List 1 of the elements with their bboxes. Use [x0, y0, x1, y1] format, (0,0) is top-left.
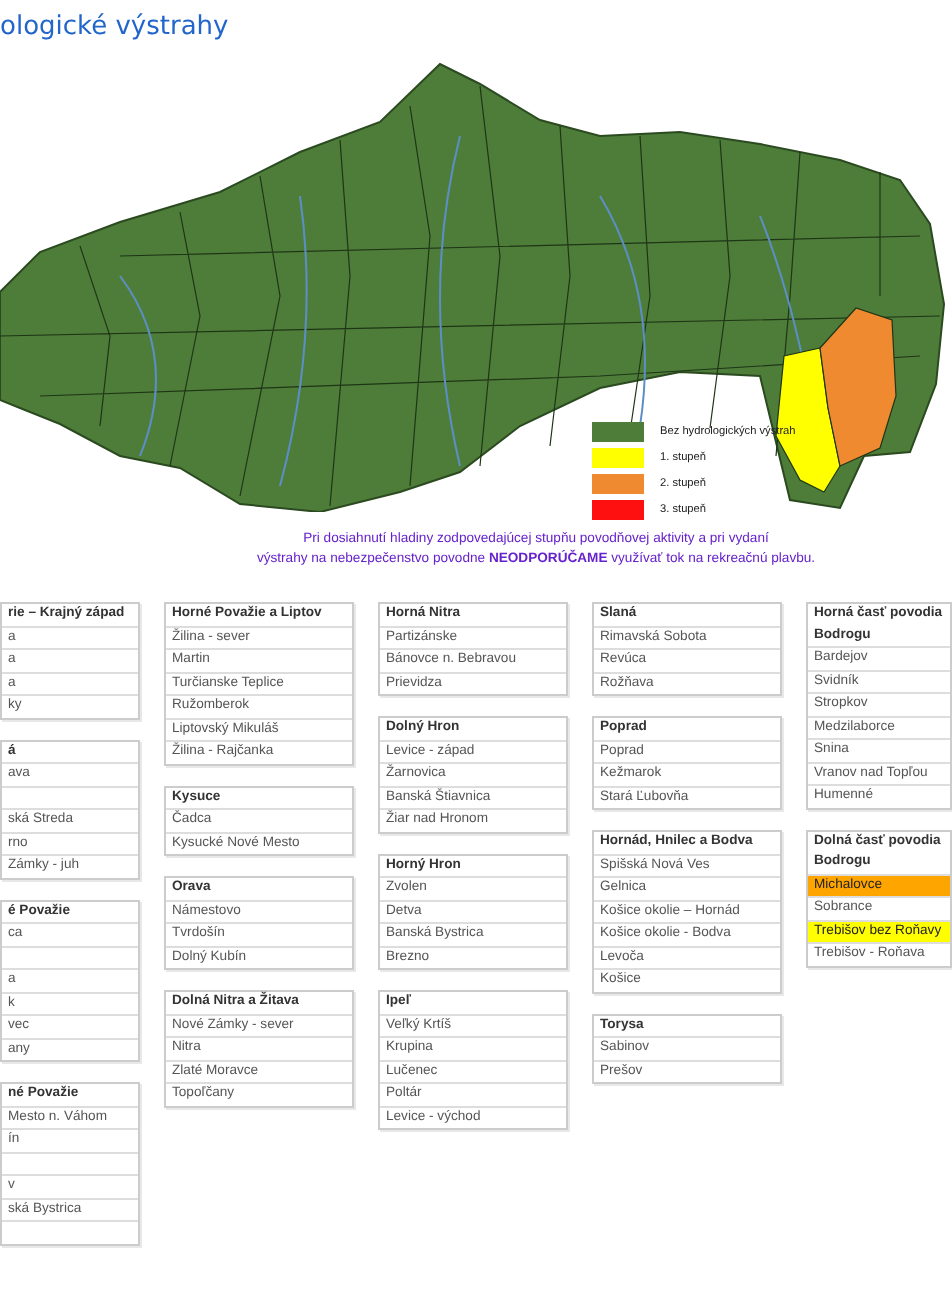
page-title: ologické výstrahy — [0, 12, 231, 42]
